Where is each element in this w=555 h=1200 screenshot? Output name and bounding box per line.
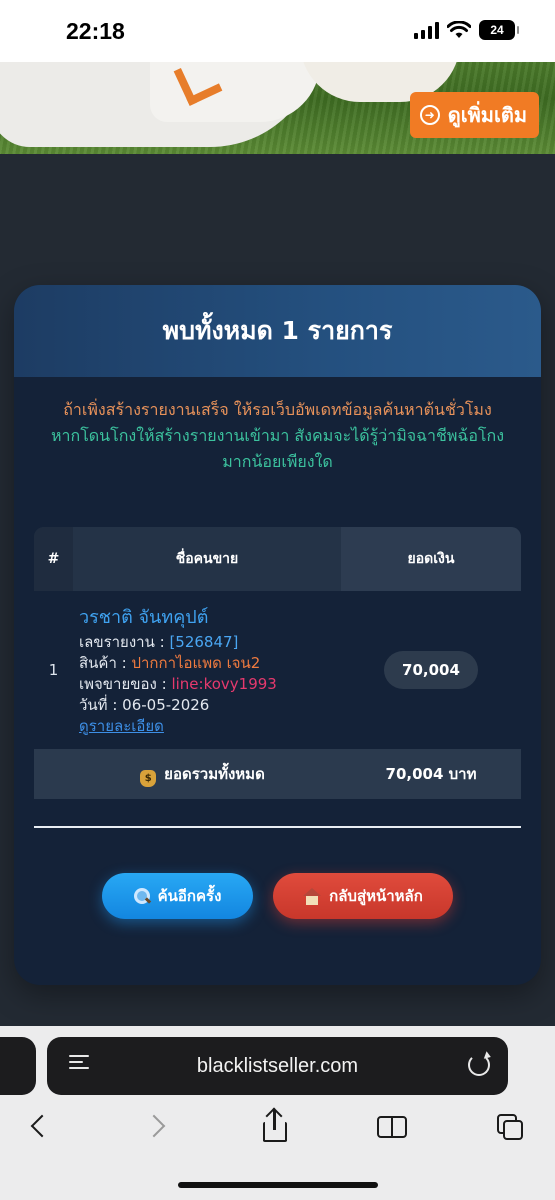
row-number: 1	[48, 661, 59, 679]
tabs-button[interactable]	[493, 1110, 533, 1146]
search-again-label: ค้นอีกครั้ง	[157, 887, 222, 905]
notice-report-line: หากโดนโกงให้สร้างรายงานเข้ามา สังคมจะได้…	[50, 426, 505, 445]
status-icons: 24	[414, 20, 519, 40]
date-line: วันที่ : 06-05-2026	[79, 695, 341, 716]
notice-update-line: ถ้าเพิ่งสร้างรายงานเสร็จ ให้รอเว็บอัพเดท…	[63, 400, 492, 419]
browser-toolbar	[0, 1100, 555, 1156]
address-bar[interactable]: blacklistseller.com	[47, 1037, 508, 1095]
total-label: ยอดรวมทั้งหมด	[164, 764, 265, 783]
share-button[interactable]	[255, 1107, 295, 1146]
url-text[interactable]: blacklistseller.com	[47, 1037, 508, 1095]
status-time: 22:18	[66, 18, 125, 44]
report-number-line: เลขรายงาน : [526847]	[79, 632, 341, 653]
divider	[34, 826, 521, 828]
sales-page-line: เพจขายของ : line:kovy1993	[79, 674, 341, 695]
battery-icon: 24	[479, 20, 519, 40]
chevron-left-icon	[30, 1114, 54, 1138]
column-header-number: #	[34, 527, 73, 591]
date-label: วันที่ :	[79, 695, 123, 714]
forward-button[interactable]	[138, 1110, 178, 1146]
total-label-cell: $ ยอดรวมทั้งหมด	[34, 762, 341, 787]
amount-cell: 70,004	[341, 651, 521, 689]
amount-badge: 70,004	[384, 651, 478, 689]
result-title: พบทั้งหมด 1 รายการ	[162, 316, 393, 345]
product-line: สินค้า : ปากกาไอแพด เจน2	[79, 653, 341, 674]
cellular-signal-icon	[414, 21, 439, 39]
sales-page-value: line:kovy1993	[171, 674, 277, 693]
reload-icon[interactable]	[468, 1054, 490, 1076]
house-icon	[303, 887, 322, 905]
view-details-link[interactable]: ดูรายละเอียด	[79, 717, 164, 735]
back-home-button[interactable]: กลับสู่หน้าหลัก	[273, 873, 453, 919]
report-number-label: เลขรายงาน :	[79, 632, 170, 651]
report-number-link[interactable]: [526847]	[169, 633, 238, 651]
column-header-amount: ยอดเงิน	[341, 527, 521, 591]
back-home-label: กลับสู่หน้าหลัก	[329, 887, 423, 905]
result-card: พบทั้งหมด 1 รายการ ถ้าเพิ่งสร้างรายงานเส…	[14, 285, 541, 985]
seller-name-link[interactable]: วรชาติ จันทคุปต์	[79, 604, 341, 632]
card-header: พบทั้งหมด 1 รายการ	[14, 285, 541, 377]
total-row: $ ยอดรวมทั้งหมด 70,004 บาท	[34, 749, 521, 799]
circle-arrow-icon: ➜	[419, 105, 440, 125]
results-table: # ชื่อคนขาย ยอดเงิน 1 วรชาติ จันทคุปต์ เ…	[34, 527, 521, 799]
previous-tab-peek[interactable]	[0, 1037, 36, 1095]
status-bar: 22:18 24	[0, 0, 555, 62]
product-label: สินค้า :	[79, 653, 132, 672]
money-bag-icon: $	[140, 769, 157, 787]
product-value: ปากกาไอแพด เจน2	[131, 653, 261, 672]
seller-cell: วรชาติ จันทคุปต์ เลขรายงาน : [526847] สิ…	[73, 604, 341, 737]
wifi-icon	[447, 21, 471, 38]
search-again-button[interactable]: ค้นอีกครั้ง	[102, 873, 253, 919]
see-more-button[interactable]: ➜ ดูเพิ่มเติม	[409, 92, 539, 138]
notice-report-line-2: มากน้อยเพียงใด	[222, 452, 333, 471]
back-button[interactable]	[20, 1110, 60, 1146]
table-row: 1 วรชาติ จันทคุปต์ เลขรายงาน : [526847] …	[34, 591, 521, 749]
bookmarks-button[interactable]	[373, 1110, 413, 1146]
column-header-seller: ชื่อคนขาย	[175, 551, 239, 567]
magnifier-icon	[133, 888, 150, 904]
sales-page-label: เพจขายของ :	[79, 674, 172, 693]
book-icon	[377, 1116, 392, 1138]
home-indicator[interactable]	[178, 1182, 378, 1188]
see-more-label: ดูเพิ่มเติม	[447, 103, 527, 127]
chevron-right-icon	[142, 1114, 166, 1138]
total-amount: 70,004 บาท	[385, 765, 477, 783]
promo-banner[interactable]: ➜ ดูเพิ่มเติม	[0, 62, 555, 154]
date-value: 06-05-2026	[122, 695, 210, 714]
table-header: # ชื่อคนขาย ยอดเงิน	[34, 527, 521, 591]
notice-text: ถ้าเพิ่งสร้างรายงานเสร็จ ให้รอเว็บอัพเดท…	[14, 397, 541, 475]
